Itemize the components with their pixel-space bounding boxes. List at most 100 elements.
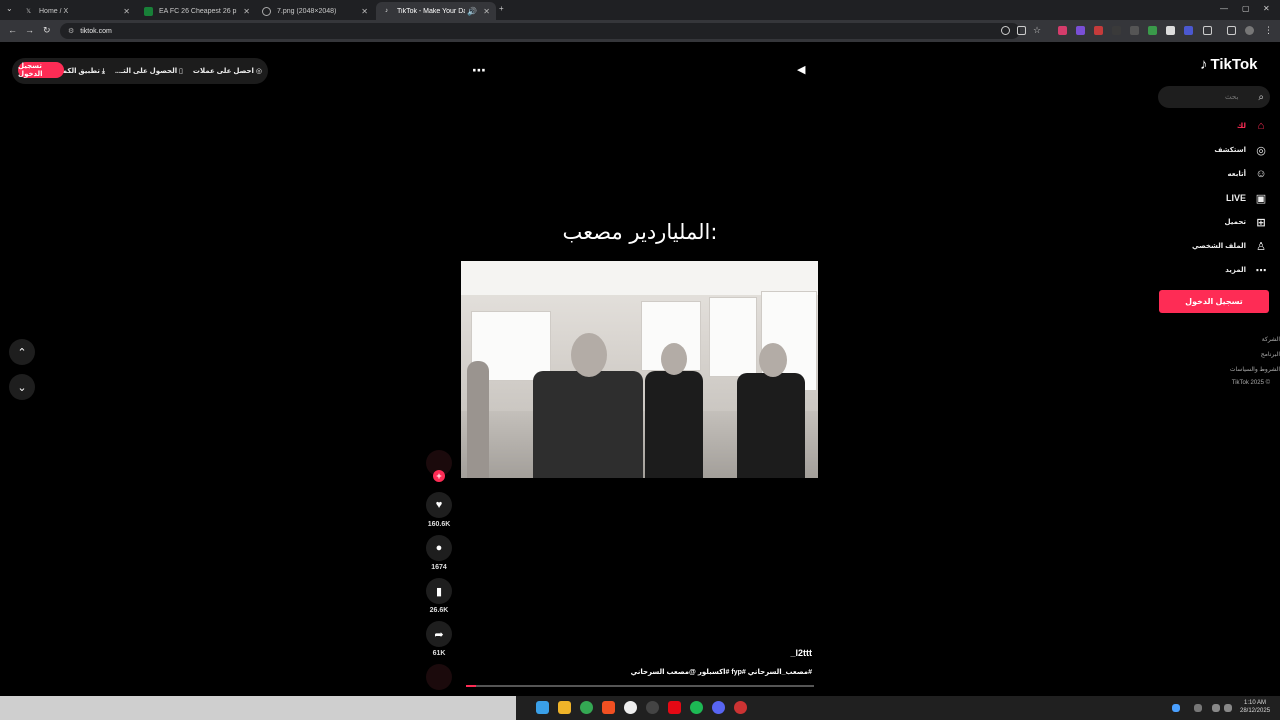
video-scene [571, 333, 607, 377]
x-logo-icon: 𝕏 [26, 8, 31, 15]
footer-terms-link[interactable]: الشروط والسياسات [1230, 366, 1280, 373]
chevron-up-icon: ⌃ [17, 346, 27, 359]
extension-icon[interactable] [1058, 26, 1067, 35]
follow-plus-icon[interactable]: + [433, 470, 445, 482]
save-button[interactable]: ▮ [426, 578, 452, 604]
system-clock[interactable]: 1:10 AM 28/12/2025 [1240, 699, 1270, 715]
tab-image[interactable]: 7.png (2048×2048) ✕ [256, 2, 374, 20]
get-coins-link[interactable]: ◎ احصل على عملات [193, 67, 262, 75]
maximize-icon[interactable]: ▢ [1242, 4, 1250, 13]
close-icon[interactable]: ✕ [483, 7, 490, 16]
extension-icon[interactable] [1148, 26, 1157, 35]
avatar[interactable] [1245, 26, 1254, 35]
nav-upload[interactable]: تحميل ⊞ [1225, 212, 1268, 232]
like-button[interactable]: ♥ [426, 492, 452, 518]
video-scene [737, 373, 805, 478]
windows-taskbar: 1:10 AM 28/12/2025 [0, 696, 1280, 720]
speaker-icon[interactable]: 🔊 [467, 7, 477, 16]
forward-icon[interactable]: → [25, 25, 34, 35]
site-info-icon[interactable]: ⚙ [68, 27, 74, 35]
extensions-puzzle-icon[interactable] [1203, 26, 1212, 35]
tiktok-note-icon: ♪ [1200, 56, 1208, 73]
tray-icon[interactable] [1172, 704, 1180, 712]
file-explorer-icon[interactable] [558, 701, 571, 714]
volume-icon[interactable]: ◀ [797, 63, 805, 76]
tiktok-icon: ♪ [385, 8, 388, 14]
zoom-icon[interactable] [1001, 26, 1010, 35]
video-scene [461, 261, 818, 295]
footer-copyright: TikTok 2025 © [1231, 380, 1270, 386]
footer-program-link[interactable]: البرنامج [1261, 351, 1280, 358]
spotify-icon[interactable] [690, 701, 703, 714]
tiktok-logo[interactable]: ♪ TikTok [1200, 56, 1257, 73]
close-window-icon[interactable]: ✕ [1263, 4, 1270, 13]
new-tab-icon[interactable]: + [499, 4, 504, 13]
more-options-icon[interactable]: ⋯ [472, 62, 487, 79]
close-icon[interactable]: ✕ [361, 7, 368, 16]
wifi-icon[interactable] [1212, 704, 1220, 712]
tray-chevron-icon[interactable] [1194, 704, 1202, 712]
nav-following[interactable]: أتابعه ☺ [1228, 164, 1268, 184]
tab-search-icon[interactable]: ⌄ [6, 4, 13, 13]
browser-tab-strip: ⌄ 𝕏 Home / X ✕ EA FC 26 Cheapest 26 play… [0, 0, 1280, 20]
video-player[interactable] [461, 261, 818, 478]
top-login-button[interactable]: تسجيل الدخول [18, 62, 64, 78]
extension-icon[interactable] [1112, 26, 1121, 35]
home-icon: ⌂ [1257, 120, 1265, 132]
sound-disc[interactable] [426, 664, 452, 690]
close-icon[interactable]: ✕ [123, 7, 130, 16]
app-icon[interactable] [646, 701, 659, 714]
start-icon[interactable] [536, 701, 549, 714]
close-icon[interactable]: ✕ [243, 7, 250, 16]
video-scene [533, 371, 643, 478]
comment-button[interactable]: ● [426, 535, 452, 561]
extension-icon[interactable] [1076, 26, 1085, 35]
tab-x[interactable]: 𝕏 Home / X ✕ [18, 2, 136, 20]
profile-icon: ♙ [1256, 240, 1266, 253]
app-icon[interactable] [624, 701, 637, 714]
search-icon[interactable]: ⌕ [1258, 92, 1264, 103]
search-input[interactable]: بحث ⌕ [1158, 86, 1270, 108]
video-progress-bar[interactable] [466, 685, 814, 687]
tab-tiktok[interactable]: ♪ TikTok - Make Your Day 🔊 ✕ [376, 2, 496, 20]
chrome-icon[interactable] [580, 701, 593, 714]
cast-icon[interactable] [1017, 26, 1026, 35]
discord-icon[interactable] [712, 701, 725, 714]
extension-icon[interactable] [1166, 26, 1175, 35]
address-input[interactable]: ⚙ tiktok.com [60, 23, 1020, 39]
menu-icon[interactable]: ⋮ [1264, 25, 1273, 36]
minimize-icon[interactable]: — [1220, 4, 1228, 13]
back-icon[interactable]: ← [8, 25, 17, 35]
footer-company-link[interactable]: الشركة [1262, 336, 1280, 343]
sidebar-login-button[interactable]: تسجيل الدخول [1159, 290, 1269, 313]
extension-icon[interactable] [1130, 26, 1139, 35]
brave-icon[interactable] [602, 701, 615, 714]
extension-icon[interactable] [1184, 26, 1193, 35]
netflix-icon[interactable] [668, 701, 681, 714]
next-video-button[interactable]: ⌄ [9, 374, 35, 400]
previous-video-button[interactable]: ⌃ [9, 339, 35, 365]
nav-live[interactable]: LIVE ▣ [1226, 188, 1268, 208]
sheet-icon [144, 6, 153, 16]
get-app-link[interactable]: ▯ الحصول على التـ... [115, 67, 183, 75]
video-overlay-title: الملياردير مصعب: [562, 220, 718, 244]
user-plus-icon: ☺ [1255, 168, 1267, 180]
video-author[interactable]: _l2ttt [760, 648, 812, 658]
star-icon[interactable]: ☆ [1033, 26, 1042, 35]
volume-tray-icon[interactable] [1224, 704, 1232, 712]
video-scene [467, 361, 489, 478]
nav-profile[interactable]: الملف الشخصي ♙ [1192, 236, 1268, 256]
upload-icon: ⊞ [1256, 216, 1266, 229]
reload-icon[interactable]: ↻ [43, 25, 51, 36]
sidebar-toggle-icon[interactable] [1227, 26, 1236, 35]
nav-more[interactable]: المزيد ⋯ [1225, 260, 1268, 280]
tab-ea-fc[interactable]: EA FC 26 Cheapest 26 players | ✕ [138, 2, 256, 20]
live-icon: ▣ [1255, 192, 1267, 205]
nav-explore[interactable]: استكشف ◎ [1214, 140, 1268, 160]
extension-icon[interactable] [1094, 26, 1103, 35]
nav-for-you[interactable]: لك ⌂ [1237, 116, 1268, 136]
browser-toolbar: ← → ↻ ⚙ tiktok.com ☆ ⋮ [0, 20, 1280, 42]
share-button[interactable]: ➦ [426, 621, 452, 647]
app-icon[interactable] [734, 701, 747, 714]
wallpaper-sketch [0, 696, 516, 720]
